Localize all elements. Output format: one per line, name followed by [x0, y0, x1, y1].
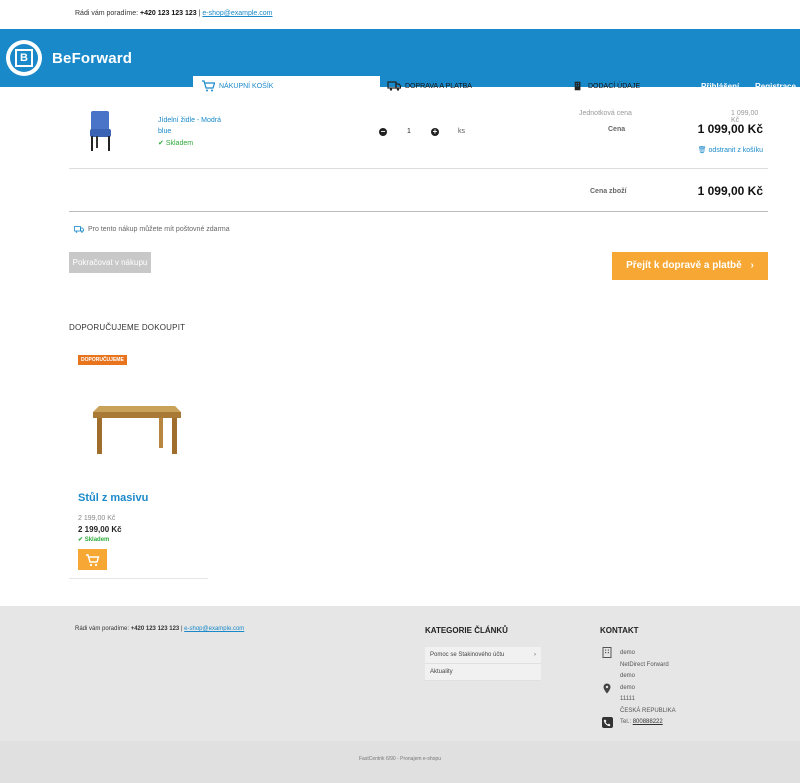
product-old-price: 2 199,00 Kč: [78, 515, 116, 522]
address-line: NetDirect Forward: [620, 661, 669, 668]
footer-separator: |: [180, 626, 183, 632]
footer-contact-info: Rádi vám poradíme: +420 123 123 123 | e-…: [75, 626, 244, 632]
truck-icon: [387, 81, 401, 91]
chevron-right-icon: ›: [534, 652, 536, 658]
recommend-title: DOPORUČUJEME DOKOUPIT: [69, 323, 186, 332]
step-delivery-label: DOPRAVA A PLATBA: [405, 82, 472, 90]
contact-lead: Rádi vám poradíme:: [75, 10, 139, 17]
step-cart[interactable]: NÁKUPNÍ KOŠÍK: [193, 76, 380, 96]
cart-subtotal-row: Cena zboží 1 099,00 Kč: [69, 170, 768, 212]
cart-icon: [86, 554, 100, 567]
address-line: 11111: [620, 696, 635, 702]
price-label: Cena: [608, 126, 626, 133]
remove-item-link[interactable]: 🗑 odstranit z košíku: [698, 146, 763, 154]
site-header: B BeForward NÁKUPNÍ KOŠÍK DOPRAVA A PLAT…: [0, 29, 800, 96]
quantity-increase-button[interactable]: +: [431, 128, 439, 136]
footer-address: demo NetDirect Forward demo demo 11111 Č…: [620, 648, 676, 717]
product-card-stock: ✔ Skladem: [78, 536, 109, 543]
credits-text[interactable]: FastCentrik 6/90 - Pronajem e-shopu: [0, 756, 800, 762]
check-icon: ✔: [78, 537, 84, 543]
free-shipping-note: Pro tento nákup můžete mít poštovné zdar…: [74, 226, 230, 233]
tel-link[interactable]: 800888222: [633, 719, 663, 725]
product-card-title[interactable]: Stůl z masivu: [78, 492, 148, 504]
unit-price-label: Jednotková cena: [579, 110, 632, 117]
step-info[interactable]: DODACÍ ÚDAJE: [574, 76, 640, 96]
register-link[interactable]: Registrace: [755, 82, 796, 91]
proceed-label: Přejít k dopravě a platbě: [626, 260, 742, 271]
contact-email-link[interactable]: e-shop@example.com: [202, 10, 272, 17]
product-price: 2 199,00 Kč: [78, 525, 122, 534]
phone-icon: [602, 717, 613, 728]
step-delivery[interactable]: DOPRAVA A PLATBA: [387, 76, 472, 96]
building-icon: [602, 647, 612, 658]
footer-category-item[interactable]: Aktuality: [425, 664, 541, 681]
product-stock: ✔ Skladem: [158, 139, 193, 147]
cart-icon: [202, 80, 215, 92]
add-to-cart-button[interactable]: [78, 549, 107, 570]
footer-contact-title: KONTAKT: [600, 626, 639, 635]
footer-phone: +420 123 123 123: [130, 626, 180, 632]
bottom-credits-bar: FastCentrik 6/90 - Pronajem e-shopu: [0, 741, 800, 783]
footer-category-label: Aktuality: [430, 669, 453, 675]
contact-phone: +420 123 123 123: [139, 10, 197, 17]
logo-text[interactable]: BeForward: [52, 50, 132, 67]
subtotal-label: Cena zboží: [590, 188, 627, 195]
location-pin-icon: [603, 683, 611, 694]
quantity-input[interactable]: 1: [407, 128, 411, 135]
top-contact-bar: Rádi vám poradíme: +420 123 123 123 | e-…: [0, 0, 800, 29]
product-name-link[interactable]: Jídelní židle - Modrá: [158, 117, 221, 124]
step-info-label: DODACÍ ÚDAJE: [588, 82, 641, 90]
product-thumbnail[interactable]: [82, 109, 118, 153]
address-line: demo: [620, 673, 636, 679]
remove-item-label: odstranit z košíku: [708, 147, 763, 154]
product-card[interactable]: DOPORUČUJEME Stůl z masivu 2 199,00 Kč 2…: [69, 347, 208, 579]
cart-item-row: Jídelní židle - Modrá blue ✔ Skladem − 1…: [69, 98, 768, 169]
product-stock-label: Skladem: [165, 140, 194, 147]
building-icon: [574, 81, 581, 91]
footer-categories-list: Pomoc se Stakinového účtu › Aktuality: [425, 647, 541, 681]
chevron-right-icon: ›: [750, 260, 754, 271]
trash-icon: 🗑: [697, 147, 707, 154]
site-footer: Rádi vám poradíme: +420 123 123 123 | e-…: [0, 606, 800, 741]
footer-categories-title: KATEGORIE ČLÁNKŮ: [425, 626, 508, 635]
address-line: demo: [620, 684, 636, 691]
proceed-to-shipping-button[interactable]: Přejít k dopravě a platbě ›: [612, 252, 768, 280]
footer-email-link[interactable]: e-shop@example.com: [184, 626, 244, 632]
top-contact-info: Rádi vám poradíme: +420 123 123 123 | e-…: [75, 10, 273, 17]
contact-separator: |: [198, 10, 201, 17]
footer-category-label: Pomoc se Stakinového účtu: [430, 652, 505, 658]
footer-tel: Tel.: 800888222: [620, 719, 663, 725]
product-card-stock-label: Skladem: [84, 537, 110, 543]
continue-shopping-button[interactable]: Pokračovat v nákupu: [69, 252, 151, 273]
item-price: 1 099,00 Kč: [697, 122, 763, 136]
footer-contact-lead: Rádi vám poradíme:: [75, 626, 130, 632]
quantity-unit: ks: [458, 128, 465, 135]
logo-icon[interactable]: B: [6, 40, 42, 76]
product-color: blue: [158, 128, 172, 135]
address-line: demo: [620, 650, 636, 656]
subtotal-value: 1 099,00 Kč: [697, 184, 763, 198]
truck-icon: [74, 226, 84, 233]
check-icon: ✔: [158, 140, 164, 147]
step-cart-label: NÁKUPNÍ KOŠÍK: [219, 82, 274, 90]
footer-category-item[interactable]: Pomoc se Stakinového účtu ›: [425, 647, 541, 664]
quantity-decrease-button[interactable]: −: [379, 128, 387, 136]
address-line: ČESKÁ REPUBLIKA: [620, 707, 676, 714]
login-link[interactable]: Přihlášení: [701, 82, 739, 91]
free-shipping-text: Pro tento nákup můžete mít poštovné zdar…: [88, 226, 230, 233]
recommend-badge: DOPORUČUJEME: [78, 355, 127, 365]
product-image[interactable]: [89, 402, 185, 457]
tel-label: Tel.:: [620, 719, 632, 725]
